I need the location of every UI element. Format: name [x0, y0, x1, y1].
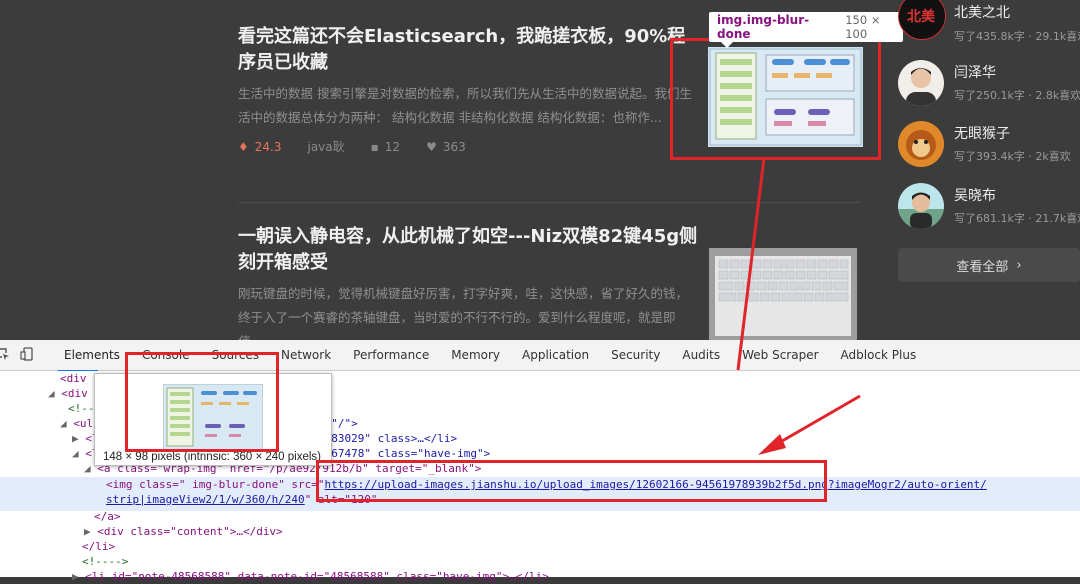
- annotation-arrow-to-src: [769, 394, 861, 450]
- arrowhead: [758, 434, 786, 455]
- annotation-arrows: [736, 157, 861, 455]
- watermark-text: 邓锄头: [966, 516, 1038, 544]
- annotation-arrow-down: [736, 157, 766, 371]
- wechat-watermark: 邓锄头: [918, 510, 1038, 545]
- wechat-icon: [919, 513, 957, 541]
